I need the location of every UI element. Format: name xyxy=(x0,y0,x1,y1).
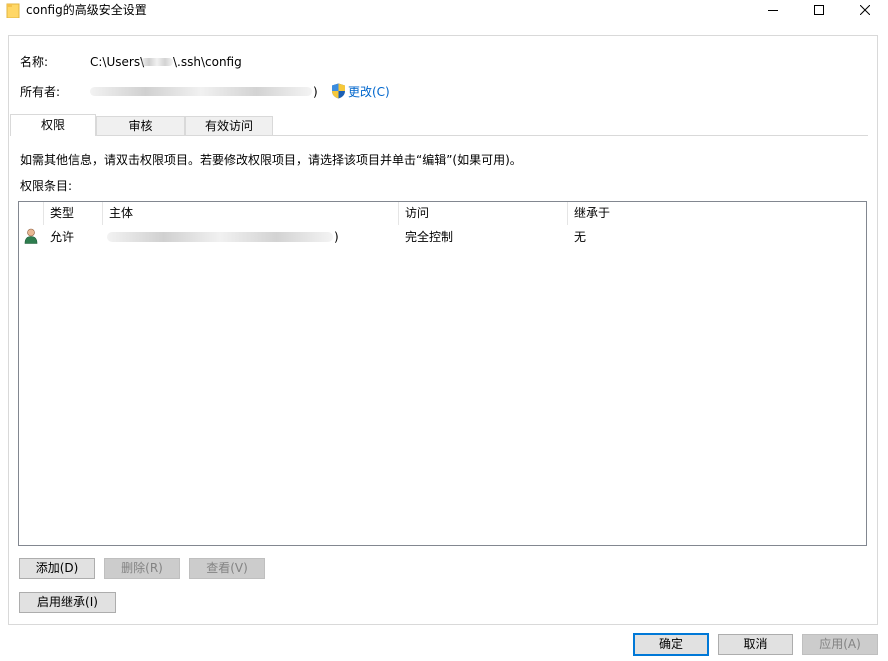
user-icon xyxy=(24,228,38,244)
remove-button[interactable]: 删除(R) xyxy=(104,558,180,579)
uac-shield-icon xyxy=(332,83,345,99)
tab-auditing[interactable]: 审核 xyxy=(96,116,185,135)
tab-effective-access[interactable]: 有效访问 xyxy=(185,116,273,135)
add-button[interactable]: 添加(D) xyxy=(19,558,95,579)
entries-label: 权限条目: xyxy=(20,179,73,193)
column-header-principal[interactable]: 主体 xyxy=(103,202,399,225)
owner-value-suffix: ) xyxy=(313,85,318,99)
name-value-suffix: \.ssh\config xyxy=(173,55,242,69)
row-access: 完全控制 xyxy=(405,230,454,244)
tab-permissions[interactable]: 权限 xyxy=(10,114,96,136)
ok-button[interactable]: 确定 xyxy=(633,633,709,656)
column-header-inherited-from[interactable]: 继承于 xyxy=(568,202,866,225)
column-header-type[interactable]: 类型 xyxy=(44,202,103,225)
cancel-button[interactable]: 取消 xyxy=(718,634,793,655)
folder-icon xyxy=(6,3,20,18)
row-principal-suffix: ) xyxy=(334,230,339,244)
close-button[interactable] xyxy=(842,0,888,20)
column-header-icon[interactable] xyxy=(19,202,44,225)
minimize-button[interactable] xyxy=(750,0,796,20)
row-type: 允许 xyxy=(50,230,75,244)
window-title: config的高级安全设置 xyxy=(26,3,147,17)
title-bar[interactable]: config的高级安全设置 xyxy=(0,0,888,22)
enable-inheritance-button[interactable]: 启用继承(I) xyxy=(19,592,116,613)
row-inherited-from: 无 xyxy=(574,230,587,244)
view-button[interactable]: 查看(V) xyxy=(189,558,265,579)
permission-entries-list[interactable]: 类型 主体 访问 继承于 允许 ) 完全控制 无 xyxy=(18,201,867,546)
redacted-principal xyxy=(107,232,333,242)
name-label: 名称: xyxy=(20,55,49,69)
tab-divider xyxy=(10,135,868,136)
maximize-icon xyxy=(814,5,824,15)
redacted-owner xyxy=(90,87,312,96)
change-owner-link[interactable]: 更改(C) xyxy=(348,84,390,100)
redacted-username xyxy=(141,58,173,66)
apply-button[interactable]: 应用(A) xyxy=(802,634,878,655)
maximize-button[interactable] xyxy=(796,0,842,20)
close-icon xyxy=(860,5,870,15)
name-value-prefix: C:\Users\ xyxy=(90,55,145,69)
minimize-icon xyxy=(768,10,778,11)
permissions-hint: 如需其他信息，请双击权限项目。若要修改权限项目，请选择该项目并单击“编辑”(如果… xyxy=(20,153,522,167)
window-controls xyxy=(750,0,888,22)
column-header-access[interactable]: 访问 xyxy=(399,202,568,225)
owner-label: 所有者: xyxy=(20,85,61,99)
